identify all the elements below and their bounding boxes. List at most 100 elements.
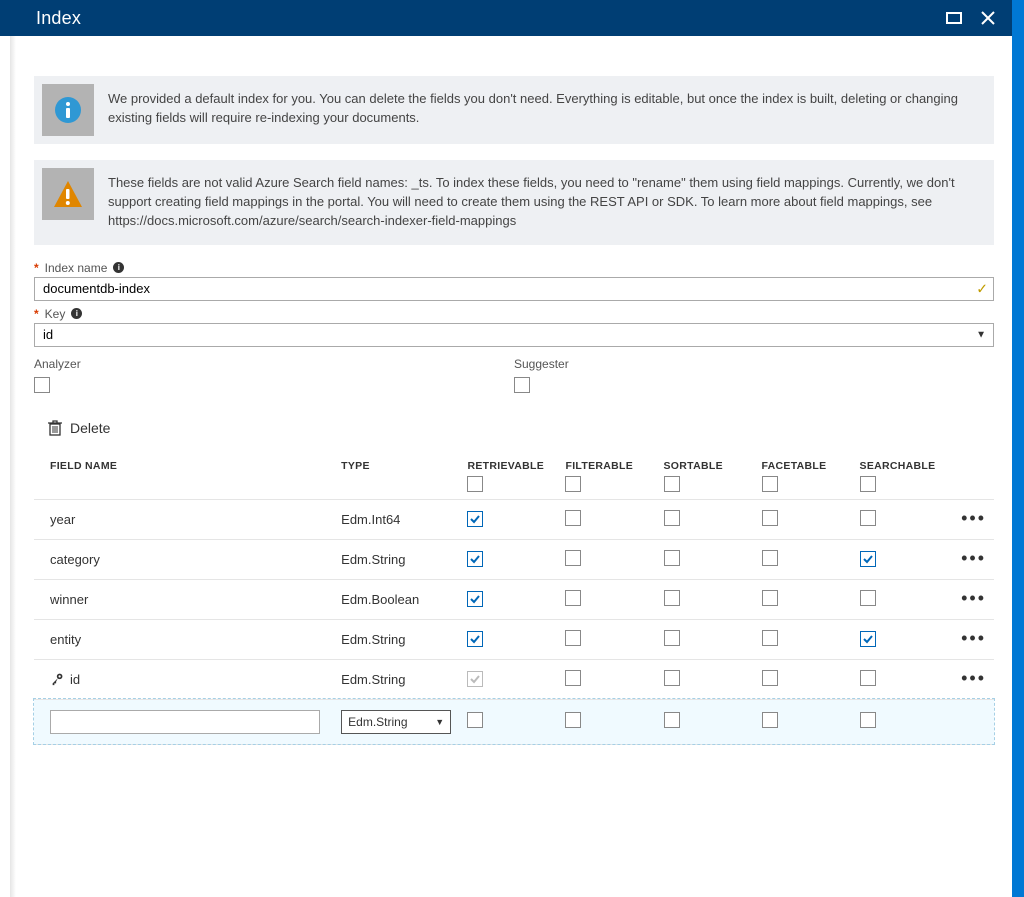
sortable-all-checkbox[interactable]: [664, 476, 680, 492]
field-name: year: [50, 512, 75, 527]
new-field-type-select[interactable]: Edm.String ▼: [341, 710, 451, 734]
right-accent-bar: [1012, 0, 1024, 897]
table-row: entityEdm.String•••: [34, 619, 994, 659]
trash-icon: [48, 420, 62, 436]
field-name-cell: entity: [50, 632, 333, 647]
fields-table: FIELD NAME TYPE RETRIEVABLE FILTERABLE S…: [34, 454, 994, 745]
suggester-checkbox[interactable]: [514, 377, 530, 393]
field-checkbox[interactable]: [565, 510, 581, 526]
field-checkbox[interactable]: [664, 712, 680, 728]
field-checkbox[interactable]: [565, 670, 581, 686]
field-checkbox[interactable]: [860, 510, 876, 526]
blade-header: Index: [0, 0, 1012, 36]
table-row: year Edm.Int64 •••: [34, 499, 994, 539]
field-checkbox[interactable]: [467, 551, 483, 567]
field-checkbox[interactable]: [860, 631, 876, 647]
col-sortable: SORTABLE: [660, 454, 758, 500]
field-checkbox[interactable]: [664, 630, 680, 646]
field-name: entity: [50, 632, 81, 647]
info-icon[interactable]: i: [113, 262, 124, 273]
col-filterable: FILTERABLE: [561, 454, 659, 500]
field-checkbox[interactable]: [467, 712, 483, 728]
row-more-icon[interactable]: •••: [961, 588, 986, 608]
row-more-icon[interactable]: •••: [961, 508, 986, 528]
field-checkbox[interactable]: [467, 511, 483, 527]
field-type: Edm.String: [337, 659, 463, 699]
field-checkbox: [467, 671, 483, 687]
warning-text: These fields are not valid Azure Search …: [108, 160, 994, 245]
analyzer-suggester-row: Analyzer Suggester: [34, 353, 994, 396]
key-select[interactable]: [34, 323, 994, 347]
field-checkbox[interactable]: [762, 630, 778, 646]
field-name-cell: id: [50, 672, 333, 687]
field-checkbox[interactable]: [565, 712, 581, 728]
warning-icon: [42, 168, 94, 220]
field-checkbox[interactable]: [860, 590, 876, 606]
info-banner: We provided a default index for you. You…: [34, 76, 994, 144]
field-checkbox[interactable]: [762, 670, 778, 686]
field-checkbox[interactable]: [860, 551, 876, 567]
field-checkbox[interactable]: [467, 591, 483, 607]
table-row: category Edm.String •••: [34, 539, 994, 579]
index-name-label: * Index name i: [34, 261, 994, 275]
field-checkbox[interactable]: [664, 590, 680, 606]
row-more-icon[interactable]: •••: [961, 548, 986, 568]
analyzer-checkbox[interactable]: [34, 377, 50, 393]
blade-content: We provided a default index for you. You…: [16, 36, 1012, 897]
field-checkbox[interactable]: [860, 712, 876, 728]
facetable-all-checkbox[interactable]: [762, 476, 778, 492]
col-searchable: SEARCHABLE: [856, 454, 954, 500]
field-checkbox[interactable]: [762, 590, 778, 606]
field-checkbox[interactable]: [664, 670, 680, 686]
retrievable-all-checkbox[interactable]: [467, 476, 483, 492]
row-more-icon[interactable]: •••: [961, 668, 986, 688]
field-type: Edm.Int64: [337, 499, 463, 539]
header-actions: [946, 10, 996, 26]
col-field-name: FIELD NAME: [34, 454, 337, 500]
key-select-wrap: ▼: [34, 323, 994, 347]
field-checkbox[interactable]: [467, 631, 483, 647]
new-field-name-input[interactable]: [50, 710, 320, 734]
field-checkbox[interactable]: [565, 590, 581, 606]
field-checkbox[interactable]: [565, 550, 581, 566]
info-text: We provided a default index for you. You…: [108, 76, 994, 142]
field-name-cell: category: [50, 552, 333, 567]
delete-button[interactable]: Delete: [34, 420, 994, 436]
table-row: winner Edm.Boolean •••: [34, 579, 994, 619]
new-field-row: Edm.String ▼: [34, 699, 994, 744]
maximize-icon[interactable]: [946, 10, 962, 26]
searchable-all-checkbox[interactable]: [860, 476, 876, 492]
field-checkbox[interactable]: [664, 510, 680, 526]
field-name-cell: year: [50, 512, 333, 527]
analyzer-label: Analyzer: [34, 357, 514, 371]
field-checkbox[interactable]: [664, 550, 680, 566]
field-name: category: [50, 552, 100, 567]
index-name-input-wrap: ✓: [34, 277, 994, 301]
col-facetable: FACETABLE: [758, 454, 856, 500]
new-field-type-value: Edm.String: [348, 715, 407, 729]
field-checkbox[interactable]: [762, 510, 778, 526]
warning-banner: These fields are not valid Azure Search …: [34, 160, 994, 245]
required-star: *: [34, 261, 39, 275]
info-icon: [42, 84, 94, 136]
field-name: winner: [50, 592, 88, 607]
field-checkbox[interactable]: [762, 712, 778, 728]
chevron-down-icon: ▼: [435, 717, 444, 727]
close-icon[interactable]: [980, 10, 996, 26]
field-checkbox[interactable]: [860, 670, 876, 686]
table-header-row: FIELD NAME TYPE RETRIEVABLE FILTERABLE S…: [34, 454, 994, 500]
field-checkbox[interactable]: [762, 550, 778, 566]
suggester-label: Suggester: [514, 357, 994, 371]
field-type: Edm.Boolean: [337, 579, 463, 619]
field-checkbox[interactable]: [565, 630, 581, 646]
field-name: id: [70, 672, 80, 687]
col-type: TYPE: [337, 454, 463, 500]
index-name-input[interactable]: [34, 277, 994, 301]
field-name-cell: winner: [50, 592, 333, 607]
row-more-icon[interactable]: •••: [961, 628, 986, 648]
field-type: Edm.String: [337, 539, 463, 579]
col-retrievable: RETRIEVABLE: [463, 454, 561, 500]
info-icon[interactable]: i: [71, 308, 82, 319]
filterable-all-checkbox[interactable]: [565, 476, 581, 492]
key-icon: [50, 672, 64, 686]
